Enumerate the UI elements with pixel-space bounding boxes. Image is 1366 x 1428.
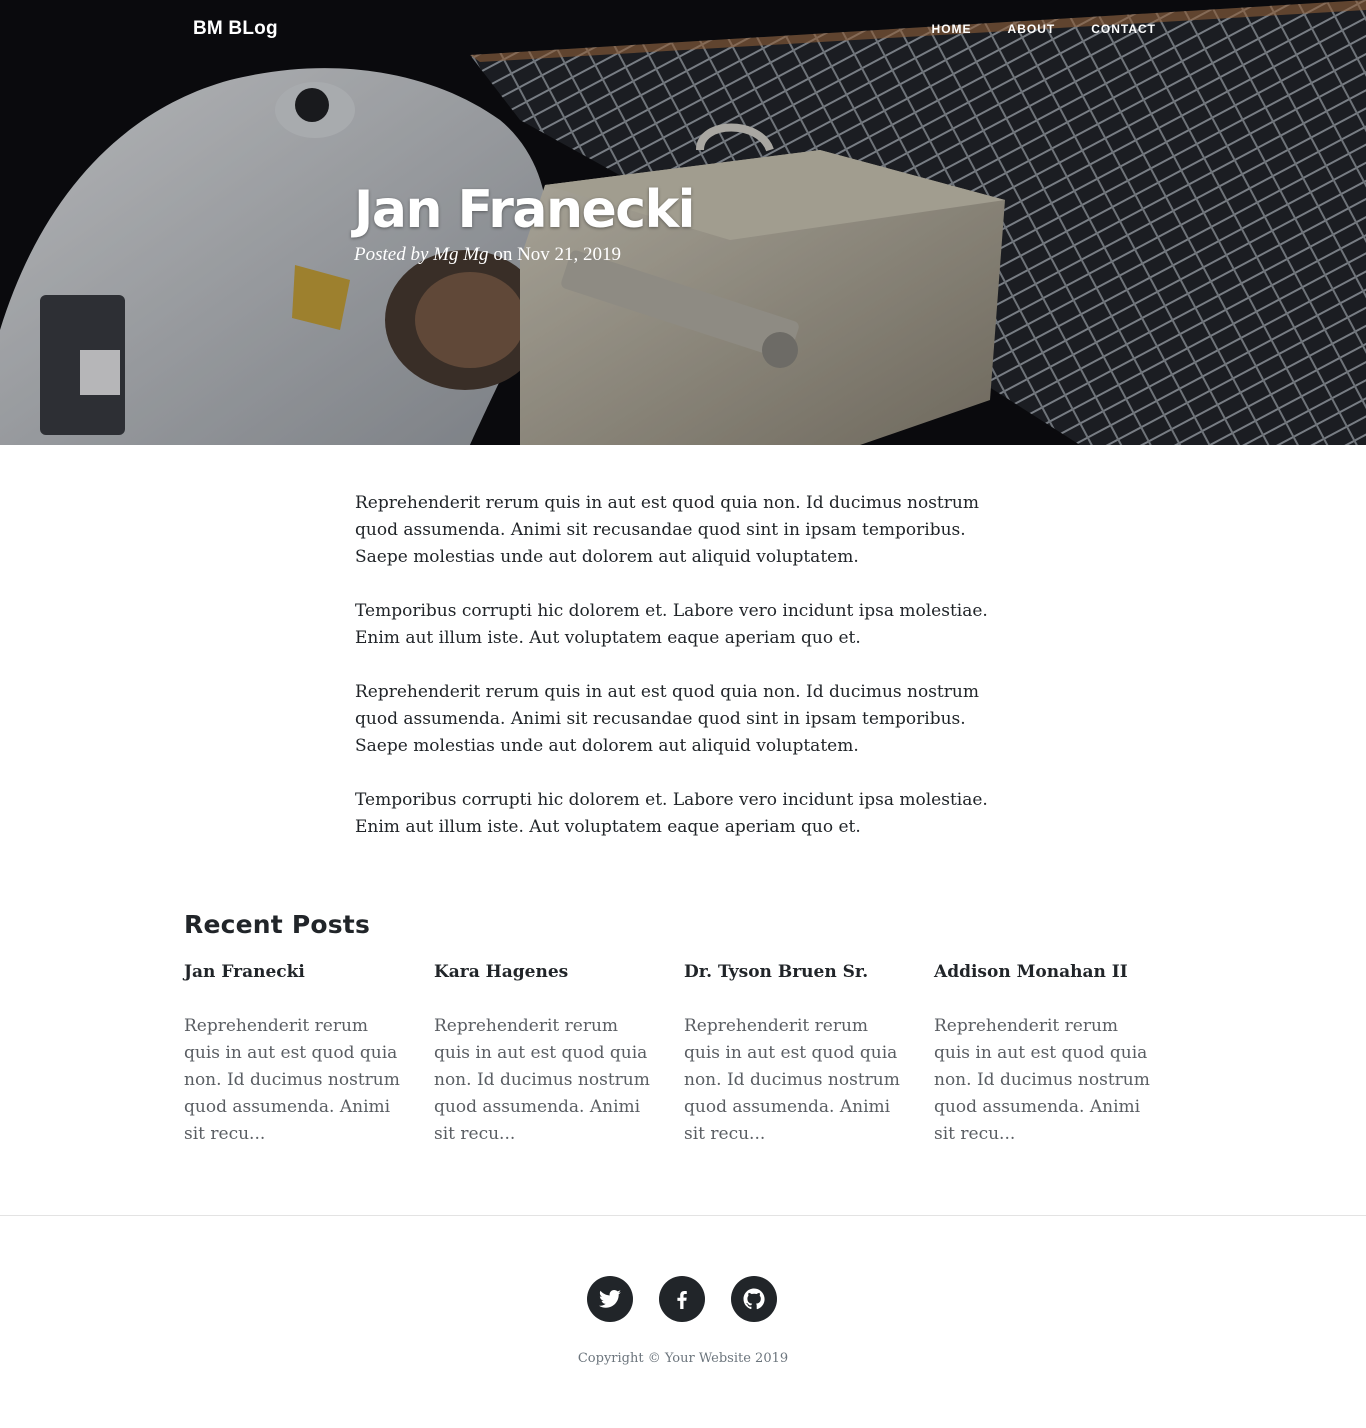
social-links <box>587 1276 777 1322</box>
recent-post-title[interactable]: Addison Monahan II <box>934 961 1158 983</box>
main-nav: HOME ABOUT CONTACT <box>896 22 1156 36</box>
twitter-icon <box>599 1290 621 1308</box>
post-meta-prefix: Posted by <box>354 244 429 265</box>
post-paragraph: Reprehenderit rerum quis in aut est quod… <box>355 682 979 756</box>
post-date: Nov 21, 2019 <box>517 244 622 265</box>
post-body: Reprehenderit rerum quis in aut est quod… <box>355 490 1015 868</box>
recent-post-card[interactable]: Dr. Tyson Bruen Sr. Reprehenderit rerum … <box>684 961 934 1148</box>
copyright-text: Copyright © Your Website 2019 <box>577 1351 789 1366</box>
recent-posts-grid: Jan Franecki Reprehenderit rerum quis in… <box>184 961 1184 1148</box>
post-paragraph: Temporibus corrupti hic dolorem et. Labo… <box>355 601 988 648</box>
facebook-icon <box>677 1291 687 1309</box>
post-meta-on: on <box>493 244 513 265</box>
facebook-link[interactable] <box>659 1276 705 1322</box>
post-paragraph: Temporibus corrupti hic dolorem et. Labo… <box>355 790 988 837</box>
hero-header: BM BLog HOME ABOUT CONTACT Jan Franecki … <box>0 0 1366 445</box>
recent-posts-section: Recent Posts Jan Franecki Reprehenderit … <box>184 910 1184 1148</box>
post-meta: Posted by Mg Mg on Nov 21, 2019 <box>354 244 1034 266</box>
recent-post-excerpt: Reprehenderit rerum quis in aut est quod… <box>184 1016 400 1144</box>
recent-post-title[interactable]: Kara Hagenes <box>434 961 658 983</box>
post-title: Jan Franecki <box>354 180 696 240</box>
nav-link-contact[interactable]: CONTACT <box>1055 22 1156 36</box>
brand-logo-link[interactable]: BM BLog <box>193 18 278 40</box>
post-paragraph: Reprehenderit rerum quis in aut est quod… <box>355 493 979 567</box>
github-link[interactable] <box>731 1276 777 1322</box>
twitter-link[interactable] <box>587 1276 633 1322</box>
recent-post-card[interactable]: Addison Monahan II Reprehenderit rerum q… <box>934 961 1184 1148</box>
post-heading: Jan Franecki Posted by Mg Mg on Nov 21, … <box>354 178 1034 266</box>
recent-posts-title: Recent Posts <box>184 910 371 939</box>
post-author: Mg Mg <box>433 244 489 265</box>
recent-post-title[interactable]: Jan Franecki <box>184 961 408 983</box>
recent-post-card[interactable]: Jan Franecki Reprehenderit rerum quis in… <box>184 961 434 1148</box>
recent-post-card[interactable]: Kara Hagenes Reprehenderit rerum quis in… <box>434 961 684 1148</box>
nav-link-home[interactable]: HOME <box>896 22 972 36</box>
recent-post-excerpt: Reprehenderit rerum quis in aut est quod… <box>434 1016 650 1144</box>
recent-post-excerpt: Reprehenderit rerum quis in aut est quod… <box>934 1016 1150 1144</box>
nav-link-about[interactable]: ABOUT <box>972 22 1056 36</box>
github-icon <box>743 1288 765 1310</box>
footer-divider <box>0 1215 1366 1216</box>
recent-post-title[interactable]: Dr. Tyson Bruen Sr. <box>684 961 908 983</box>
recent-post-excerpt: Reprehenderit rerum quis in aut est quod… <box>684 1016 900 1144</box>
